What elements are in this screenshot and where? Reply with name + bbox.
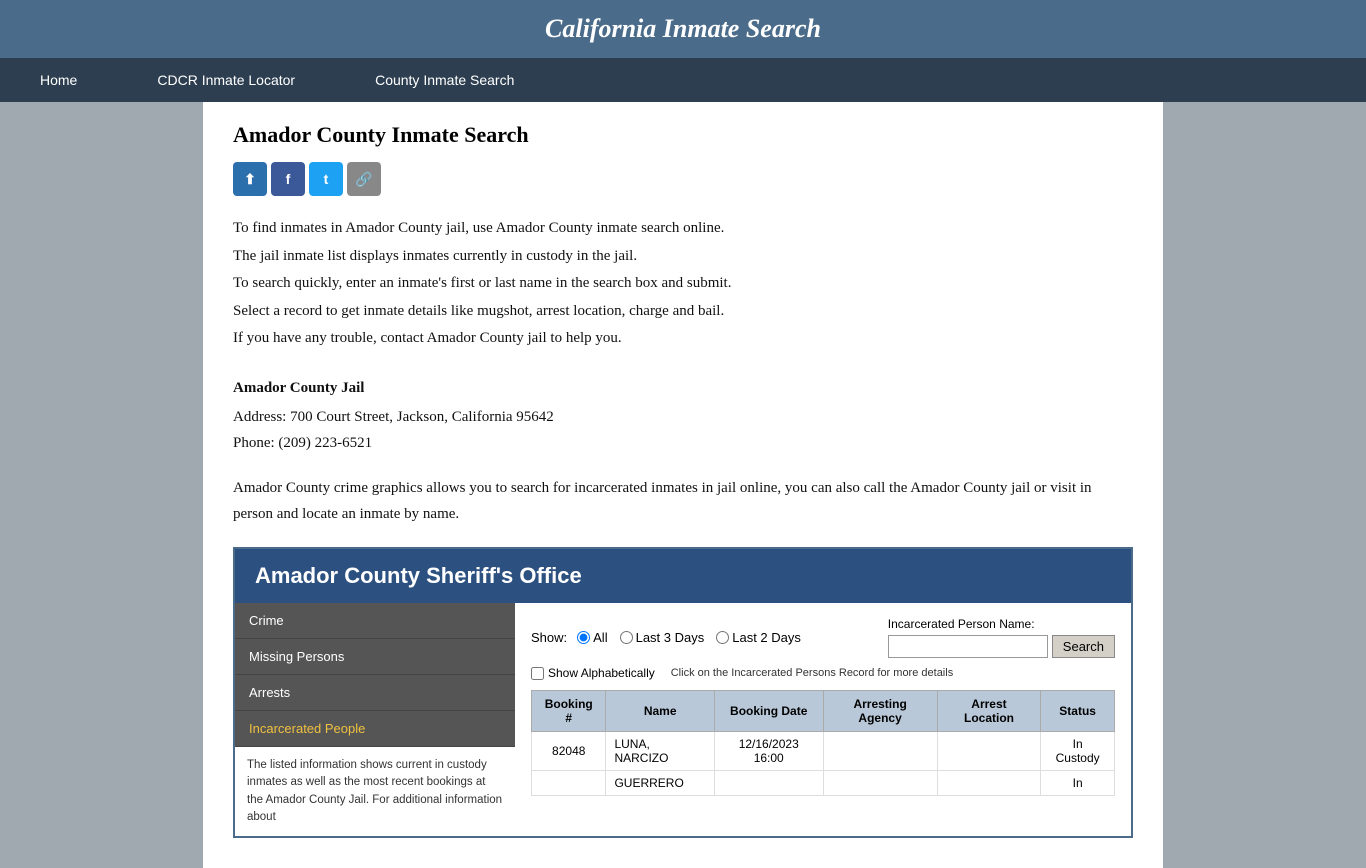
radio-all[interactable] <box>577 631 590 644</box>
desc-line-5: If you have any trouble, contact Amador … <box>233 326 1133 352</box>
alpha-row: Show Alphabetically Click on the Incarce… <box>531 666 1115 680</box>
sidebar-item-missing[interactable]: Missing Persons <box>235 639 515 675</box>
alpha-checkbox[interactable] <box>531 667 544 680</box>
sidebar-item-arrests[interactable]: Arrests <box>235 675 515 711</box>
desc-line-2: The jail inmate list displays inmates cu… <box>233 244 1133 270</box>
sidebar-item-crime[interactable]: Crime <box>235 603 515 639</box>
radio-3days[interactable] <box>620 631 633 644</box>
name-search-area: Incarcerated Person Name: Search <box>888 617 1115 658</box>
jail-title: Amador County Jail <box>233 376 1133 402</box>
embedded-section: Amador County Sheriff's Office Crime Mis… <box>233 547 1133 838</box>
inmate-table-body: 82048 LUNA, NARCIZO 12/16/2023 16:00 In … <box>532 732 1115 796</box>
desc-line-4: Select a record to get inmate details li… <box>233 299 1133 325</box>
radio-3days-label: Last 3 Days <box>620 630 705 645</box>
desc-line-3: To search quickly, enter an inmate's fir… <box>233 271 1133 297</box>
filter-row: Show: All Last 3 Days Last 2 Days <box>531 617 1115 658</box>
jail-phone: Phone: (209) 223-6521 <box>233 431 1133 457</box>
facebook-icon: f <box>286 171 291 187</box>
col-arresting-agency: Arresting Agency <box>823 691 937 732</box>
nav-home[interactable]: Home <box>0 58 117 102</box>
jail-info-section: Amador County Jail Address: 700 Court St… <box>233 376 1133 457</box>
page-title: Amador County Inmate Search <box>233 122 1133 148</box>
name-search-label: Incarcerated Person Name: <box>888 617 1035 631</box>
show-label: Show: <box>531 630 567 645</box>
copy-link-button[interactable]: 🔗 <box>347 162 381 196</box>
site-title: California Inmate Search <box>20 14 1346 44</box>
search-button[interactable]: Search <box>1052 635 1115 658</box>
sidebar-notice: The listed information shows current in … <box>235 747 515 836</box>
twitter-icon: t <box>324 171 329 187</box>
share-button[interactable]: ⬆ <box>233 162 267 196</box>
col-booking: Booking # <box>532 691 606 732</box>
table-row[interactable]: GUERRERO In <box>532 771 1115 796</box>
content-wrapper: Amador County Inmate Search ⬆ f t 🔗 To f… <box>203 102 1163 868</box>
sheriff-sidebar: Crime Missing Persons Arrests Incarcerat… <box>235 603 515 836</box>
cell-status-2: In <box>1041 771 1115 796</box>
bottom-desc-text: Amador County crime graphics allows you … <box>233 476 1133 527</box>
main-nav: Home CDCR Inmate Locator County Inmate S… <box>0 58 1366 102</box>
facebook-button[interactable]: f <box>271 162 305 196</box>
radio-all-label: All <box>577 630 607 645</box>
bottom-description: Amador County crime graphics allows you … <box>233 476 1133 527</box>
col-booking-date: Booking Date <box>714 691 823 732</box>
sheriff-header: Amador County Sheriff's Office <box>235 549 1131 603</box>
radio-group: All Last 3 Days Last 2 Days <box>577 630 801 645</box>
cell-agency-1 <box>823 732 937 771</box>
click-note: Click on the Incarcerated Persons Record… <box>671 667 953 679</box>
name-input[interactable] <box>888 635 1048 658</box>
share-icon: ⬆ <box>244 171 256 188</box>
table-row[interactable]: 82048 LUNA, NARCIZO 12/16/2023 16:00 In … <box>532 732 1115 771</box>
cell-status-1: In Custody <box>1041 732 1115 771</box>
cell-agency-2 <box>823 771 937 796</box>
nav-county[interactable]: County Inmate Search <box>335 58 554 102</box>
cell-booking-1: 82048 <box>532 732 606 771</box>
sheriff-title: Amador County Sheriff's Office <box>255 563 1111 589</box>
radio-2days-label: Last 2 Days <box>716 630 801 645</box>
name-search-row: Search <box>888 635 1115 658</box>
cell-name-2: GUERRERO <box>606 771 714 796</box>
sheriff-content: Crime Missing Persons Arrests Incarcerat… <box>235 603 1131 836</box>
radio-2days[interactable] <box>716 631 729 644</box>
inmate-table: Booking # Name Booking Date Arresting Ag… <box>531 690 1115 796</box>
nav-cdcr[interactable]: CDCR Inmate Locator <box>117 58 335 102</box>
col-arrest-location: Arrest Location <box>937 691 1041 732</box>
jail-address: Address: 700 Court Street, Jackson, Cali… <box>233 405 1133 431</box>
sidebar-item-incarcerated[interactable]: Incarcerated People <box>235 711 515 747</box>
cell-location-1 <box>937 732 1041 771</box>
desc-line-1: To find inmates in Amador County jail, u… <box>233 216 1133 242</box>
cell-location-2 <box>937 771 1041 796</box>
site-header: California Inmate Search <box>0 0 1366 58</box>
sheriff-right-panel: Show: All Last 3 Days Last 2 Days <box>515 603 1131 836</box>
cell-date-2 <box>714 771 823 796</box>
twitter-button[interactable]: t <box>309 162 343 196</box>
col-name: Name <box>606 691 714 732</box>
cell-date-1: 12/16/2023 16:00 <box>714 732 823 771</box>
social-buttons: ⬆ f t 🔗 <box>233 162 1133 196</box>
col-status: Status <box>1041 691 1115 732</box>
description-section: To find inmates in Amador County jail, u… <box>233 216 1133 352</box>
cell-name-1: LUNA, NARCIZO <box>606 732 714 771</box>
link-icon: 🔗 <box>355 171 372 188</box>
cell-booking-2 <box>532 771 606 796</box>
table-header-row: Booking # Name Booking Date Arresting Ag… <box>532 691 1115 732</box>
alpha-label[interactable]: Show Alphabetically <box>531 666 655 680</box>
